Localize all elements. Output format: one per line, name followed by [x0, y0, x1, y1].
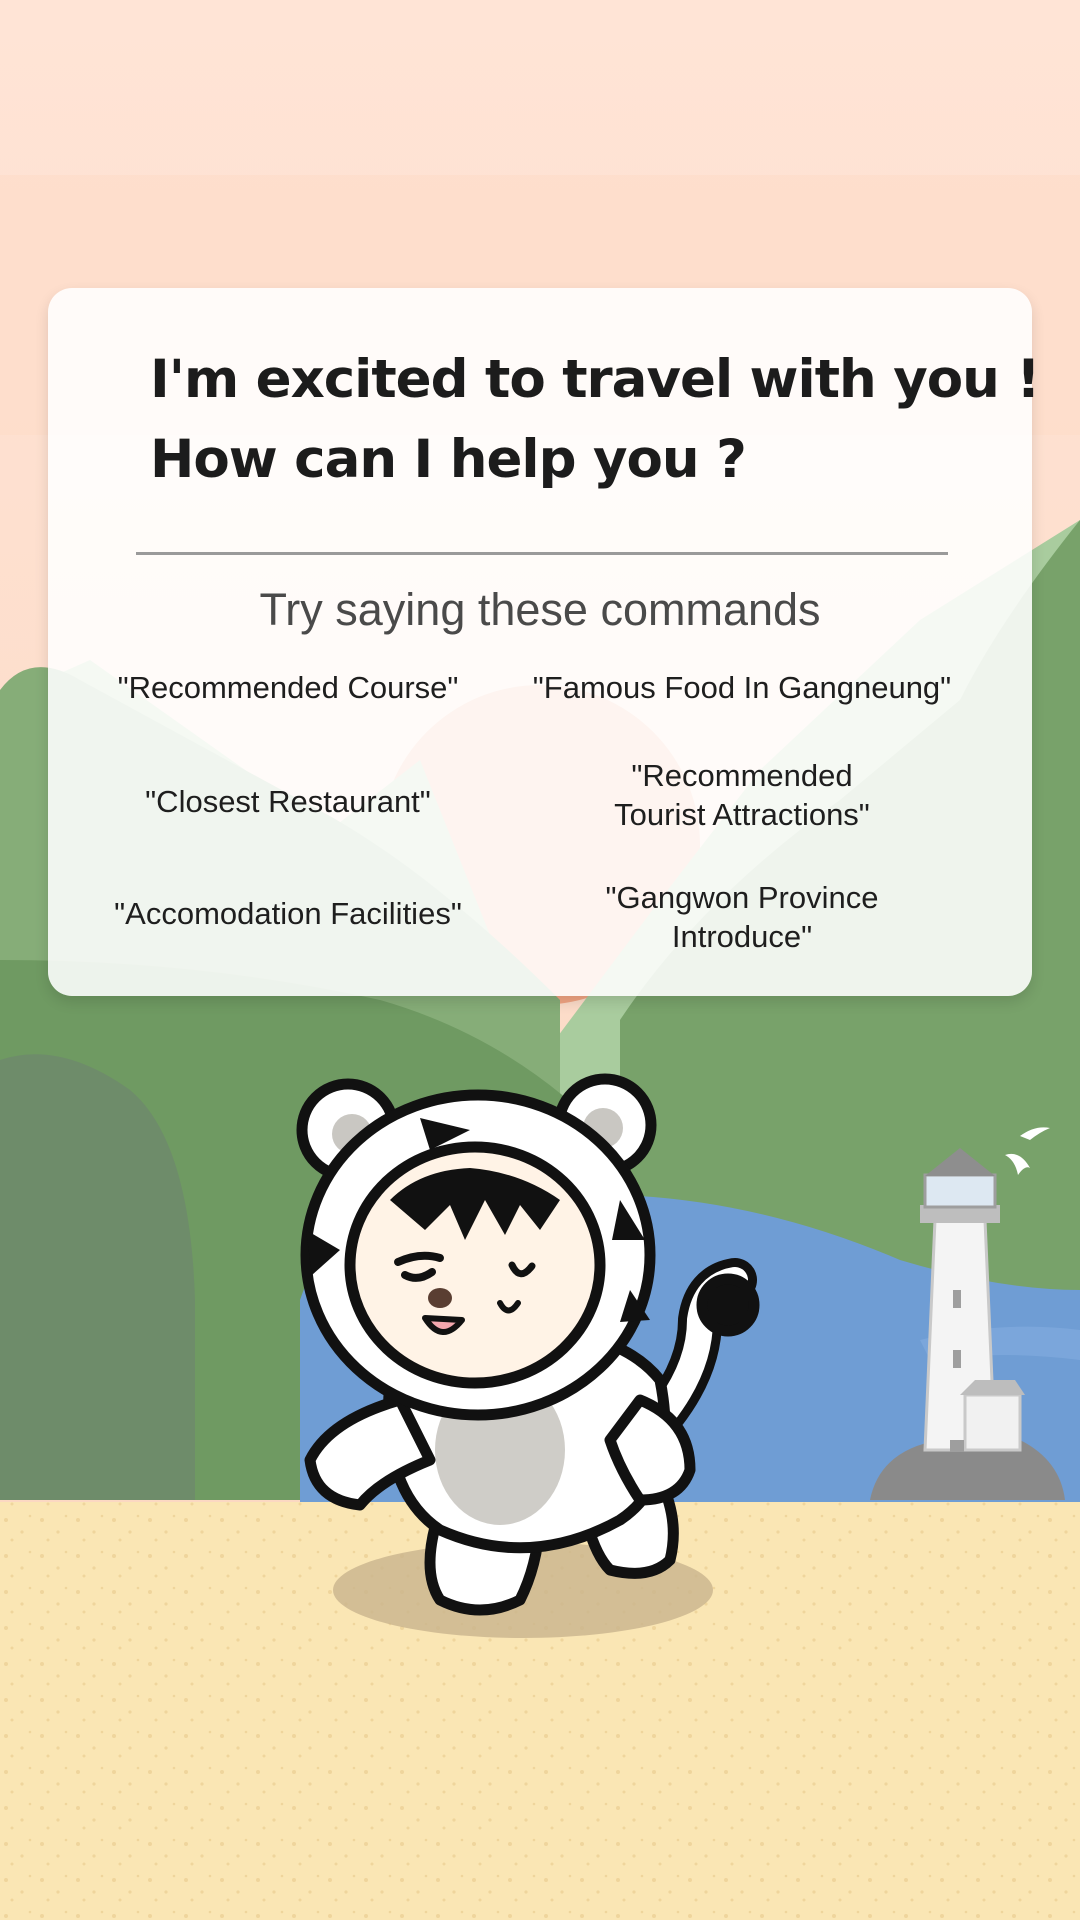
command-accommodation[interactable]: "Accomodation Facilities" [68, 894, 508, 933]
app-screen: I'm excited to travel with you ! How can… [0, 0, 1080, 1920]
command-tourist-attractions[interactable]: "Recommended Tourist Attractions" [522, 756, 962, 834]
command-line: Tourist Attractions" [614, 797, 870, 832]
command-recommended-course[interactable]: "Recommended Course" [68, 668, 508, 707]
command-line: Introduce" [671, 919, 813, 954]
command-line: "Gangwon Province [605, 880, 879, 915]
command-line: "Famous Food In Gangneung" [532, 670, 952, 705]
greeting-line-1: I'm excited to travel with you ! [150, 349, 1041, 410]
command-closest-restaurant[interactable]: "Closest Restaurant" [68, 782, 508, 821]
command-line: "Recommended [631, 758, 853, 793]
assistant-card: I'm excited to travel with you ! How can… [48, 288, 1041, 996]
command-famous-food[interactable]: "Famous Food In Gangneung" [522, 668, 962, 707]
command-gangwon-province[interactable]: "Gangwon Province Introduce" [522, 878, 962, 956]
hint-title: Try saying these commands [259, 584, 821, 635]
greeting-line-2: How can I help you ? [150, 429, 747, 490]
command-line: "Accomodation Facilities" [114, 896, 462, 931]
command-line: "Closest Restaurant" [145, 784, 431, 819]
command-line: "Recommended Course" [117, 670, 459, 705]
divider [136, 552, 948, 555]
greeting-title: I'm excited to travel with you ! How can… [150, 340, 1041, 500]
